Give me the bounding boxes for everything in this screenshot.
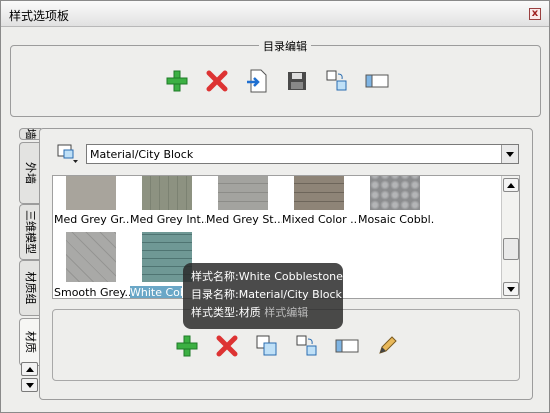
title-bar: 样式选项板 x (1, 1, 549, 27)
transfer-catalog-button[interactable] (321, 67, 353, 95)
rename-style-button[interactable] (331, 332, 363, 360)
rectangle-icon (335, 339, 359, 353)
style-tooltip: 样式名称:White Cobblestone 目录名称:Material/Cit… (183, 263, 343, 329)
copy-style-button[interactable] (251, 332, 283, 360)
tab-exterior-wall-label: 外墙 (23, 162, 37, 184)
tabs-scroll-up-button[interactable] (21, 362, 38, 376)
gallery-item-label: Mosaic Cobbl... (358, 213, 434, 226)
material-swatch (66, 176, 116, 210)
material-swatch (218, 176, 268, 210)
style-selector-icon[interactable] (57, 144, 79, 164)
floppy-icon (288, 72, 306, 90)
copy-icon (256, 335, 277, 356)
close-icon: x (531, 8, 539, 19)
transfer-style-button[interactable] (291, 332, 323, 360)
tooltip-value: Material/City Block (238, 288, 342, 301)
scroll-up-button[interactable] (503, 178, 519, 192)
tab-3d-model-label: 三维模型 (23, 210, 37, 254)
material-swatch (370, 176, 420, 210)
gallery-item[interactable]: Smooth Grey... (54, 232, 130, 299)
import-icon (247, 69, 267, 93)
tooltip-row: 样式类型:材质 样式编辑 (191, 304, 335, 322)
plus-icon (166, 70, 188, 92)
rectangle-icon (365, 74, 389, 88)
tooltip-row: 目录名称:Material/City Block (191, 286, 342, 304)
delete-catalog-button[interactable] (201, 67, 233, 95)
gallery-item[interactable]: Med Grey Gr... (54, 176, 130, 240)
tab-material-group[interactable]: 材质组 (19, 260, 41, 316)
gallery-item[interactable]: Med Grey St... (206, 176, 282, 240)
style-toolbar (171, 332, 403, 360)
gallery-item-label: Med Grey St... (206, 213, 282, 226)
gallery-item-label: Med Grey Gr... (54, 213, 130, 226)
x-icon (216, 335, 238, 357)
tabs-scroll-down-button[interactable] (21, 378, 38, 392)
gallery-item-label: Mixed Color ... (282, 213, 358, 226)
cubes-icon (296, 335, 317, 356)
catalog-toolbar (161, 67, 393, 95)
gallery-item-label: Med Grey Int... (130, 213, 206, 226)
tab-material[interactable]: 材质 (19, 318, 41, 366)
save-catalog-button[interactable] (281, 67, 313, 95)
import-catalog-button[interactable] (241, 67, 273, 95)
category-select-value: Material/City Block (90, 148, 194, 161)
tab-exterior-wall[interactable]: 外墙 (19, 142, 41, 204)
catalog-edit-legend: 目录编辑 (259, 38, 311, 54)
view-catalog-button[interactable] (361, 67, 393, 95)
scroll-thumb[interactable] (503, 238, 519, 260)
scroll-down-button[interactable] (503, 282, 519, 296)
tooltip-key: 目录名称: (191, 288, 239, 301)
gallery-item-label: White Cobbl... (130, 286, 182, 298)
tooltip-value: White Cobblestone (238, 270, 343, 283)
add-style-button[interactable] (171, 332, 203, 360)
edit-style-button[interactable] (371, 332, 403, 360)
tooltip-key: 样式类型: (191, 306, 239, 319)
gallery-item[interactable]: Med Grey Int... (130, 176, 206, 240)
close-button[interactable]: x (529, 8, 541, 20)
material-swatch (66, 232, 116, 282)
x-icon (206, 70, 228, 92)
material-swatch (294, 176, 344, 210)
tab-wall[interactable]: 墙 (19, 128, 41, 140)
tab-material-group-label: 材质组 (23, 271, 37, 305)
tab-material-label: 材质 (23, 331, 37, 353)
tooltip-row: 样式名称:White Cobblestone (191, 268, 343, 286)
tooltip-tail: 样式编辑 (264, 306, 309, 319)
remove-style-button[interactable] (211, 332, 243, 360)
gallery-item[interactable]: Mixed Color ... (282, 176, 358, 240)
add-catalog-button[interactable] (161, 67, 193, 95)
tab-wall-label: 墙 (23, 128, 37, 140)
chevron-down-icon[interactable] (501, 145, 518, 163)
material-swatch (142, 176, 192, 210)
tab-3d-model[interactable]: 三维模型 (19, 204, 41, 260)
category-select[interactable]: Material/City Block (86, 144, 519, 164)
tooltip-key: 样式名称: (191, 270, 239, 283)
tooltip-value: 材质 (238, 306, 261, 319)
plus-icon (176, 335, 198, 357)
cubes-icon (326, 70, 347, 91)
gallery-scrollbar[interactable] (501, 176, 519, 298)
catalog-edit-group: 目录编辑 (10, 38, 541, 117)
gallery-item-label: Smooth Grey... (54, 286, 130, 299)
window-title: 样式选项板 (9, 9, 70, 23)
style-palette-window: 样式选项板 x 目录编辑 墙 外墙 三维模型 材质组 材质 Material/C… (0, 0, 550, 413)
gallery-item[interactable]: Mosaic Cobbl... (358, 176, 434, 240)
pencil-icon (379, 336, 397, 354)
